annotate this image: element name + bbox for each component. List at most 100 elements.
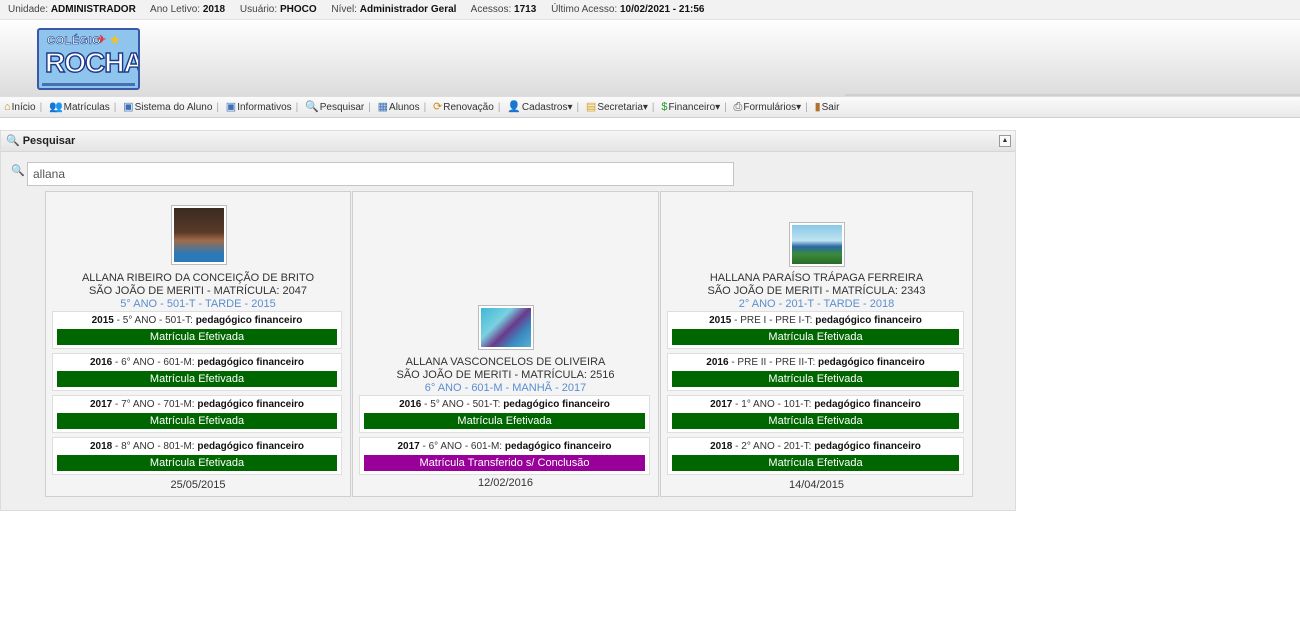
nav-separator: | [805,102,808,113]
nav-financeiro[interactable]: $Financeiro▾ [661,97,720,118]
enrollment-links[interactable]: pedagógico financeiro [197,399,304,410]
dollar-icon: $ [661,101,668,113]
enrollment-status: Matrícula Efetivada [364,413,645,429]
nav-sistema-aluno[interactable]: ▣Sistema do Aluno [123,97,212,118]
enrollment-status: Matrícula Efetivada [57,413,337,429]
nav-secretaria[interactable]: ▤Secretaria▾ [586,97,648,118]
user-icon: 👤 [507,101,521,113]
enrollment-links[interactable]: pedagógico financeiro [818,357,925,368]
enrollment-desc: - PRE I - PRE I-T: [731,315,816,326]
nav-formularios[interactable]: ⎙Formulários▾ [734,97,802,118]
enrollment-row: 2017 - 1° ANO - 101-T: pedagógico financ… [667,395,964,433]
enrollment-row: 2018 - 8° ANO - 801-M: pedagógico financ… [52,437,342,475]
users-icon: 👥 [48,101,63,113]
student-photo[interactable] [478,305,534,350]
nav-renovacao[interactable]: ⟳Renovação [433,97,494,118]
nav-inicio[interactable]: ⌂Início [4,97,36,118]
enrollment-year: 2015 [91,315,114,326]
search-icon: 🔍 [6,135,20,147]
enrollment-status: Matrícula Efetivada [57,371,337,387]
school-logo[interactable]: COLÉGIO ✈ ★ ROCHA [37,28,140,90]
enrollment-year: 2018 [89,441,113,452]
student-date: 12/02/2016 [477,477,534,489]
nav-separator: | [216,102,220,113]
enrollment-desc: - 1° ANO - 101-T: [732,399,815,410]
enrollment-links[interactable]: pedagógico financeiro [197,357,304,368]
access-label: Acessos: [470,4,512,15]
last-access-label: Último Acesso: [551,4,618,15]
nav-sair[interactable]: ▮Sair [815,97,840,118]
enrollment-row: 2016 - PRE II - PRE II-T: pedagógico fin… [667,353,964,391]
enrollment-links[interactable]: pedagógico financeiro [815,315,922,326]
nav-pesquisar[interactable]: 🔍Pesquisar [305,97,364,118]
level-value: Administrador Geral [359,4,457,15]
main-nav: ⌂Início | 👥Matrículas | ▣Sistema do Aluno |… [0,96,1300,118]
nav-renovacao-label: Renovação [443,102,494,113]
nav-matriculas[interactable]: 👥Matrículas [49,97,110,118]
logo-line2: ROCHA [44,46,140,78]
nav-separator: | [368,102,371,113]
enrollment-links[interactable]: pedagógico financeiro [196,315,303,326]
enrollment-status: Matrícula Efetivada [672,371,959,387]
student-card: ALLANA RIBEIRO DA CONCEIÇÃO DE BRITO SÃO… [45,191,351,497]
enrollment-status: Matrícula Efetivada [57,329,337,345]
enrollment-row: 2017 - 7° ANO - 701-M: pedagógico financ… [52,395,342,433]
unit-value: ADMINISTRADOR [50,4,136,15]
year-label: Ano Letivo: [150,4,201,15]
nav-formularios-label: Formulários▾ [743,102,802,113]
nav-separator: | [295,102,299,113]
student-avatar [174,208,224,262]
student-date: 25/05/2015 [170,479,226,491]
nav-cadastros-label: Cadastros▾ [521,102,573,113]
enrollment-links[interactable]: pedagógico financeiro [814,399,921,410]
exit-icon: ▮ [814,101,821,113]
student-name: HALLANA PARAÍSO TRÁPAGA FERREIRA [709,272,924,284]
enrollment-desc: - 6° ANO - 601-M: [419,441,505,452]
enrollment-status: Matrícula Efetivada [672,455,959,471]
level-label: Nível: [331,4,357,15]
monitor-icon: ▣ [123,101,134,113]
enrollment-row: 2017 - 6° ANO - 601-M: pedagógico financ… [359,437,650,475]
nav-separator: | [113,102,117,113]
logo-tagline [42,83,135,86]
nav-sair-label: Sair [821,102,840,113]
enrollment-status: Matrícula Efetivada [672,329,959,345]
header-band [845,94,1300,96]
student-card: ALLANA VASCONCELOS DE OLIVEIRA SÃO JOÃO … [352,191,659,497]
panel-header: 🔍 Pesquisar ▲ [1,131,1015,152]
user-label: Usuário: [239,4,278,15]
student-photo[interactable] [789,222,845,267]
enrollment-desc: - 7° ANO - 701-M: [112,399,198,410]
nav-inicio-label: Início [11,102,36,113]
session-info-bar: Unidade: ADMINISTRADOR Ano Letivo: 2018 … [0,0,1300,20]
enrollment-row: 2015 - 5° ANO - 501-T: pedagógico financ… [52,311,342,349]
enrollment-links[interactable]: pedagógico financeiro [503,399,610,410]
enrollment-links[interactable]: pedagógico financeiro [814,441,921,452]
nav-informativos[interactable]: ▣Informativos [226,97,292,118]
nav-cadastros[interactable]: 👤Cadastros▾ [507,97,572,118]
nav-separator: | [39,102,43,113]
home-icon: ⌂ [4,101,11,113]
nav-secretaria-label: Secretaria▾ [597,102,648,113]
panel-title: Pesquisar [22,135,76,147]
enrollment-year: 2017 [397,441,420,452]
student-name: ALLANA VASCONCELOS DE OLIVEIRA [405,356,606,368]
enrollment-year: 2016 [706,357,729,368]
student-registration: SÃO JOÃO DE MERITI - MATRÍCULA: 2343 [707,285,926,297]
student-class: 5° ANO - 501-T - TARDE - 2015 [120,298,276,310]
nav-separator: | [724,102,727,113]
student-photo[interactable] [171,205,227,265]
search-input[interactable] [27,162,734,186]
enrollment-links[interactable]: pedagógico financeiro [197,441,304,452]
enrollment-row: 2016 - 5° ANO - 501-T: pedagógico financ… [359,395,650,433]
enrollment-row: 2018 - 2° ANO - 201-T: pedagógico financ… [667,437,964,475]
table-icon: ▦ [377,101,389,113]
student-class: 2° ANO - 201-T - TARDE - 2018 [738,298,895,310]
enrollment-desc: - 8° ANO - 801-M: [112,441,198,452]
enrollment-links[interactable]: pedagógico financeiro [505,441,612,452]
enrollment-desc: - 5° ANO - 501-T: [421,399,504,410]
collapse-button[interactable]: ▲ [999,135,1011,147]
student-date: 14/04/2015 [788,479,845,491]
nav-alunos-label: Alunos [389,102,420,113]
nav-alunos[interactable]: ▦Alunos [378,97,420,118]
